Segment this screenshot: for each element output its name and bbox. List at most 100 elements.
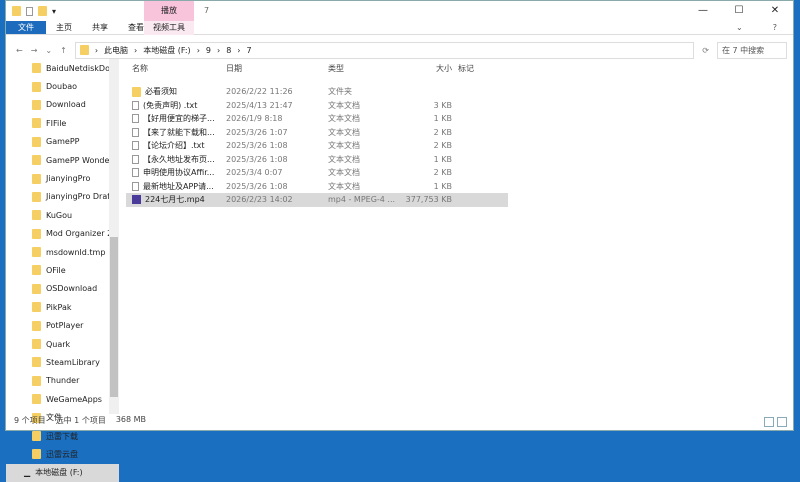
sidebar-item-drive[interactable]: ▁ 本地磁盘 (F:)	[6, 463, 119, 482]
sidebar-item[interactable]: JianyingPro	[6, 169, 119, 187]
sidebar-item[interactable]: JianyingPro Draft	[6, 188, 119, 206]
thumbnail-view-icon[interactable]	[777, 417, 787, 427]
sidebar-item-label: OSDownload	[46, 284, 98, 294]
chevron-down-icon[interactable]: ▾	[52, 7, 56, 16]
file-name: 224七月七.mp4	[145, 195, 205, 205]
sidebar-item-label: Download	[46, 100, 86, 110]
sidebar-item-label: BaiduNetdiskDov	[46, 63, 115, 73]
column-name[interactable]: 名称	[126, 63, 226, 74]
sidebar-item[interactable]: OFile	[6, 261, 119, 279]
context-tab-play[interactable]: 播放	[144, 1, 194, 21]
file-date: 2025/3/26 1:08	[226, 181, 288, 191]
tab-share[interactable]: 共享	[82, 21, 118, 34]
sidebar-item-label: Doubao	[46, 82, 77, 92]
sidebar-item[interactable]: PikPak	[6, 298, 119, 316]
folder-icon	[32, 99, 41, 110]
file-row[interactable]: (免责声明) .txt 2025/4/13 21:47 文本文档 3 KB	[126, 99, 793, 113]
back-icon[interactable]: ←	[16, 46, 23, 55]
recent-icon[interactable]: ⌄	[45, 46, 52, 55]
column-size[interactable]: 大小	[402, 63, 452, 74]
text-file-icon	[132, 168, 139, 178]
sidebar-item-label: 迅雷云盘	[46, 449, 78, 459]
drive-icon: ▁	[24, 468, 31, 478]
scrollbar-thumb[interactable]	[110, 237, 118, 397]
sidebar-item-label: Quark	[46, 339, 71, 349]
column-tags[interactable]: 标记	[452, 63, 510, 74]
sidebar-item[interactable]: WeGameApps	[6, 390, 119, 408]
file-row[interactable]: 【论坛介绍】.txt 2025/3/26 1:08 文本文档 2 KB	[126, 139, 793, 153]
nav-pane: BaiduNetdiskDov Doubao Download FIFile GameP…	[6, 59, 119, 482]
tab-home[interactable]: 主页	[46, 21, 82, 34]
tab-file[interactable]: 文件	[6, 21, 46, 34]
column-type[interactable]: 类型	[328, 63, 402, 74]
breadcrumb-item[interactable]: 9	[206, 46, 211, 55]
close-button[interactable]: ✕	[757, 1, 793, 21]
file-type: 文件夹	[328, 87, 352, 97]
sidebar-item[interactable]: 迅雷下载	[6, 427, 119, 445]
address-bar[interactable]: › 此电脑 › 本地磁盘 (F:) › 9 › 8 › 7	[74, 41, 695, 59]
tab-video-tools[interactable]: 视频工具	[144, 21, 194, 35]
file-type: 文本文档	[328, 168, 360, 178]
breadcrumb-item[interactable]: 本地磁盘 (F:)	[143, 45, 190, 56]
sidebar-item[interactable]: Mod Organizer 2	[6, 225, 119, 243]
file-size: 1 KB	[433, 154, 452, 164]
text-file-icon	[132, 154, 139, 164]
sidebar-item[interactable]: OSDownload	[6, 280, 119, 298]
text-file-icon	[132, 114, 139, 124]
help-icon[interactable]: ?	[763, 21, 787, 35]
details-view-icon[interactable]	[764, 417, 774, 427]
file-row[interactable]: 224七月七.mp4 2026/2/23 14:02 mp4 - MPEG-4 ..…	[126, 193, 508, 207]
folder-icon	[12, 6, 21, 16]
refresh-icon[interactable]: ⟳	[702, 46, 709, 55]
minimize-button[interactable]: —	[685, 1, 721, 21]
sidebar-item-label: KuGou	[46, 210, 73, 220]
expand-ribbon-icon[interactable]: ⌄	[726, 21, 753, 35]
text-file-icon	[132, 100, 139, 110]
forward-icon[interactable]: →	[31, 46, 38, 55]
sidebar-item[interactable]: PotPlayer	[6, 316, 119, 334]
up-icon[interactable]: ↑	[60, 46, 67, 55]
sidebar-item[interactable]: KuGou	[6, 206, 119, 224]
folder-icon	[32, 63, 41, 74]
folder-icon	[32, 339, 41, 350]
sidebar-item[interactable]: Thunder	[6, 372, 119, 390]
text-file-icon	[132, 181, 139, 191]
sidebar-item[interactable]: GamePP	[6, 133, 119, 151]
file-row[interactable]: 【永久地址发布页... 2025/3/26 1:08 文本文档 1 KB	[126, 153, 793, 167]
breadcrumb-item[interactable]: 7	[246, 46, 251, 55]
sidebar-item-label: FIFile	[46, 118, 67, 128]
sidebar-item[interactable]: Quark	[6, 335, 119, 353]
file-type: 文本文档	[328, 100, 360, 110]
file-size: 3 KB	[433, 100, 452, 110]
sidebar-item[interactable]: FIFile	[6, 114, 119, 132]
breadcrumb-item[interactable]: 此电脑	[104, 45, 128, 56]
column-headers: 名称 日期 类型 大小 标记	[126, 59, 793, 77]
file-type: mp4 - MPEG-4 ...	[328, 195, 396, 205]
breadcrumb-item[interactable]: 8	[226, 46, 231, 55]
folder-icon	[32, 394, 41, 405]
sidebar-item-label: GamePP	[46, 137, 80, 147]
sidebar-item[interactable]: BaiduNetdiskDov	[6, 59, 119, 77]
sidebar-item[interactable]: Doubao	[6, 77, 119, 95]
maximize-button[interactable]: ☐	[721, 1, 757, 21]
search-input[interactable]: 在 7 中搜索	[717, 41, 787, 59]
sidebar-item[interactable]: 迅雷云盘	[6, 445, 119, 463]
new-folder-icon[interactable]	[38, 6, 47, 16]
folder-icon	[32, 191, 41, 202]
properties-icon[interactable]	[26, 6, 33, 16]
folder-icon	[32, 302, 41, 313]
file-type: 文本文档	[328, 127, 360, 137]
nav-scrollbar[interactable]	[109, 59, 119, 414]
file-row[interactable]: 【好用便宜的梯子... 2026/1/9 8:18 文本文档 1 KB	[126, 112, 793, 126]
sidebar-item[interactable]: SteamLibrary	[6, 353, 119, 371]
file-date: 2025/4/13 21:47	[226, 100, 293, 110]
sidebar-item[interactable]: GamePP Wonder	[6, 151, 119, 169]
file-row[interactable]: 【来了就能下载和... 2025/3/26 1:07 文本文档 2 KB	[126, 126, 793, 140]
column-date[interactable]: 日期	[226, 63, 328, 74]
file-row[interactable]: 申明使用协议Affir... 2025/3/4 0:07 文本文档 2 KB	[126, 166, 793, 180]
file-row[interactable]: 必看须知 2026/2/22 11:26 文件夹	[126, 85, 793, 99]
sidebar-item[interactable]: msdownld.tmp	[6, 243, 119, 261]
folder-icon	[132, 86, 141, 97]
file-row[interactable]: 最新地址及APP请... 2025/3/26 1:08 文本文档 1 KB	[126, 180, 793, 194]
sidebar-item[interactable]: Download	[6, 96, 119, 114]
